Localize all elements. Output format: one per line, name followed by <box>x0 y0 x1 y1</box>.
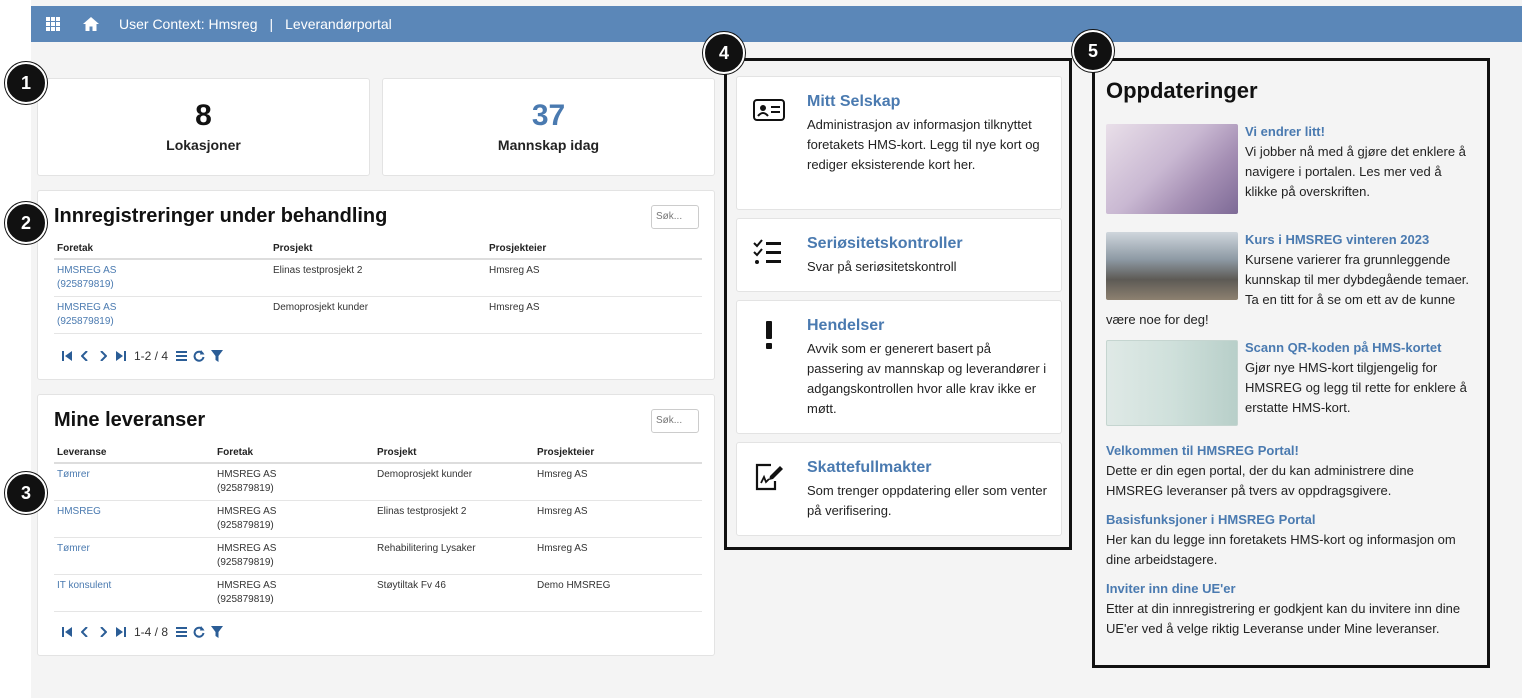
app-grid-icon[interactable] <box>45 16 61 32</box>
deliveries-table: Leveranse Foretak Prosjekt Prosjekteier … <box>54 443 702 612</box>
last-page-icon[interactable] <box>112 627 130 637</box>
project-cell: Elinas testprosjekt 2 <box>270 259 486 297</box>
column-header[interactable]: Prosjekt <box>374 443 534 464</box>
column-header[interactable]: Foretak <box>214 443 374 464</box>
column-header[interactable]: Leveranse <box>54 443 214 464</box>
owner-cell: Hmsreg AS <box>534 537 702 575</box>
first-page-icon[interactable] <box>58 627 76 637</box>
registrations-panel: Innregistreringer under behandling Søk..… <box>37 190 715 380</box>
company-cell: HMSREG AS (925879819) <box>214 574 374 612</box>
table-row[interactable]: IT konsulent HMSREG AS (925879819) Støyti… <box>54 574 702 612</box>
callout-badge: 3 <box>5 472 47 514</box>
refresh-icon[interactable] <box>190 350 208 362</box>
owner-cell: Demo HMSREG <box>534 574 702 612</box>
previous-page-icon[interactable] <box>76 627 94 637</box>
next-page-icon[interactable] <box>94 627 112 637</box>
search-input[interactable]: Søk... <box>651 205 699 229</box>
top-bar: User Context: Hmsreg | Leverandørportal <box>31 6 1522 42</box>
home-icon[interactable] <box>83 16 99 32</box>
column-header[interactable]: Prosjekteier <box>486 239 702 260</box>
project-cell: Støytiltak Fv 46 <box>374 574 534 612</box>
deliveries-panel: Mine leveranser Søk... Leveranse Foretak… <box>37 394 715 656</box>
previous-page-icon[interactable] <box>76 351 94 361</box>
filter-icon[interactable] <box>208 626 226 638</box>
table-row[interactable]: Tømrer HMSREG AS (925879819) Demoprosjekt… <box>54 463 702 501</box>
project-cell: Rehabilitering Lysaker <box>374 537 534 575</box>
column-header[interactable]: Prosjekt <box>270 239 486 260</box>
delivery-link[interactable]: Tømrer <box>57 543 90 554</box>
table-row[interactable]: HMSREG AS (925879819) Demoprosjekt kunder… <box>54 296 702 334</box>
callout-badge: 4 <box>703 32 745 74</box>
stat-label: Lokasjoner <box>166 137 241 153</box>
first-page-icon[interactable] <box>58 351 76 361</box>
portal-title[interactable]: Leverandørportal <box>285 16 392 32</box>
user-context-link[interactable]: User Context: Hmsreg <box>119 16 257 32</box>
list-icon[interactable] <box>172 351 190 361</box>
section-title: Mine leveranser <box>54 409 206 431</box>
page-range: 1-4 / 8 <box>134 625 169 639</box>
table-row[interactable]: HMSREG HMSREG AS (925879819) Elinas testp… <box>54 500 702 538</box>
highlight-frame-modules <box>724 58 1072 550</box>
section-title: Innregistreringer under behandling <box>54 205 388 227</box>
delivery-link[interactable]: HMSREG <box>57 506 101 517</box>
pager: 1-4 / 8 <box>58 625 226 639</box>
last-page-icon[interactable] <box>112 351 130 361</box>
stat-card-crew-today[interactable]: 37 Mannskap idag <box>382 78 715 176</box>
stat-value: 37 <box>531 99 566 132</box>
project-cell: Demoprosjekt kunder <box>270 296 486 334</box>
table-row[interactable]: HMSREG AS (925879819) Elinas testprosjekt… <box>54 259 702 297</box>
column-header[interactable]: Prosjekteier <box>534 443 702 464</box>
search-input[interactable]: Søk... <box>651 409 699 433</box>
table-row[interactable]: Tømrer HMSREG AS (925879819) Rehabiliteri… <box>54 537 702 575</box>
company-link[interactable]: HMSREG AS (925879819) <box>57 265 116 290</box>
owner-cell: Hmsreg AS <box>486 259 702 297</box>
stat-label: Mannskap idag <box>497 137 600 153</box>
delivery-link[interactable]: Tømrer <box>57 469 90 480</box>
callout-badge: 1 <box>5 62 47 104</box>
callout-badge: 5 <box>1072 30 1114 72</box>
next-page-icon[interactable] <box>94 351 112 361</box>
company-cell: HMSREG AS (925879819) <box>214 500 374 538</box>
project-cell: Elinas testprosjekt 2 <box>374 500 534 538</box>
stat-card-locations[interactable]: 8 Lokasjoner <box>37 78 370 176</box>
company-cell: HMSREG AS (925879819) <box>214 463 374 501</box>
stat-value: 8 <box>195 99 212 132</box>
breadcrumb-separator: | <box>269 16 274 32</box>
company-cell: HMSREG AS (925879819) <box>214 537 374 575</box>
page-range: 1-2 / 4 <box>134 349 169 363</box>
delivery-link[interactable]: IT konsulent <box>57 580 111 591</box>
refresh-icon[interactable] <box>190 626 208 638</box>
company-link[interactable]: HMSREG AS (925879819) <box>57 302 116 327</box>
callout-badge: 2 <box>5 202 47 244</box>
filter-icon[interactable] <box>208 350 226 362</box>
registrations-table: Foretak Prosjekt Prosjekteier HMSREG AS(… <box>54 239 702 334</box>
list-icon[interactable] <box>172 627 190 637</box>
owner-cell: Hmsreg AS <box>534 463 702 501</box>
column-header[interactable]: Foretak <box>54 239 270 260</box>
project-cell: Demoprosjekt kunder <box>374 463 534 501</box>
pager: 1-2 / 4 <box>58 349 226 363</box>
owner-cell: Hmsreg AS <box>486 296 702 334</box>
highlight-frame-updates <box>1092 58 1490 668</box>
owner-cell: Hmsreg AS <box>534 500 702 538</box>
